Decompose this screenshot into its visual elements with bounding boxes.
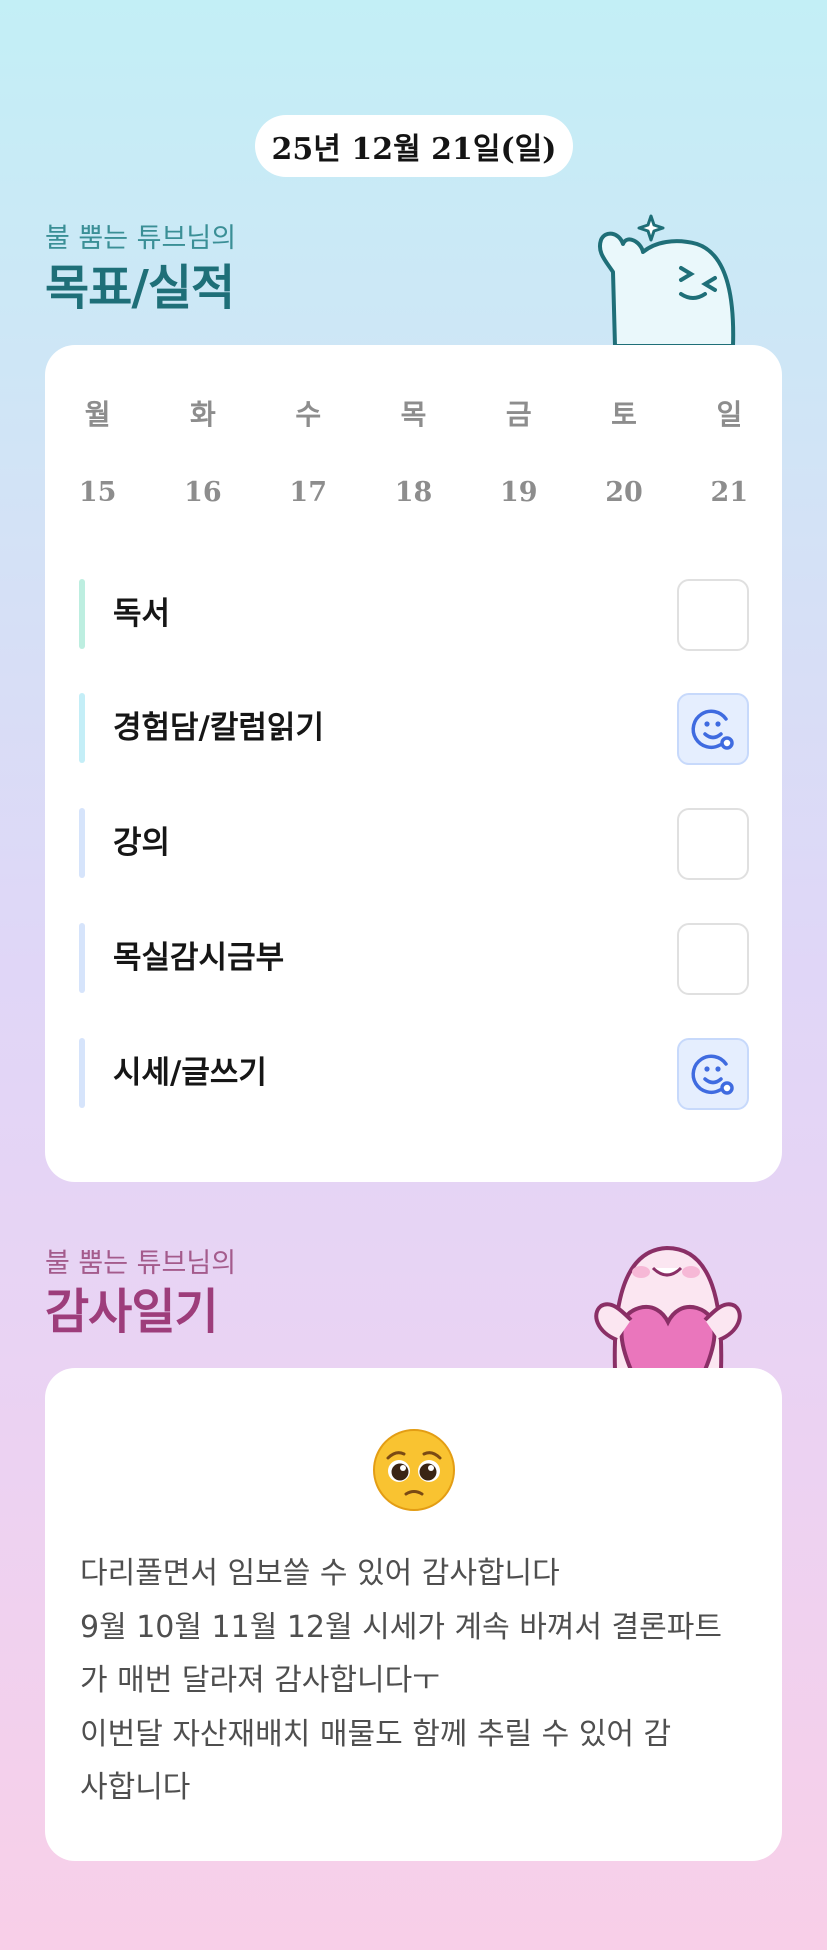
goal-item: 강의 [79, 808, 749, 880]
goal-label: 시세/글쓰기 [113, 1055, 267, 1091]
goal-checkbox[interactable] [677, 693, 749, 765]
goal-checkbox[interactable] [677, 1038, 749, 1110]
weekday-wed[interactable]: 수 [256, 393, 361, 433]
goal-color-bar [79, 1038, 85, 1108]
date-15[interactable]: 15 [45, 477, 150, 508]
smile-check-icon [691, 1054, 734, 1095]
heart-ghost-mascot-icon [594, 1245, 742, 1370]
date-17[interactable]: 17 [256, 477, 361, 508]
goal-color-bar [79, 693, 85, 763]
goal-label: 강의 [113, 825, 171, 861]
pleading-face-icon [373, 1429, 455, 1511]
goal-label: 경험담/칼럼읽기 [113, 710, 324, 746]
goal-item: 시세/글쓰기 [79, 1038, 749, 1110]
smile-check-icon [691, 709, 734, 750]
date-18[interactable]: 18 [361, 477, 466, 508]
weekday-fri[interactable]: 금 [466, 393, 571, 433]
waving-ghost-mascot-icon [598, 214, 736, 346]
date-20[interactable]: 20 [571, 477, 676, 508]
gratitude-diary-text: 다리풀면서 임보쓸 수 있어 감사합니다 9월 10월 11월 12월 시세가 … [80, 1547, 750, 1815]
goal-color-bar [79, 579, 85, 649]
goals-card: 월 화 수 목 금 토 일 15 16 17 18 19 20 21 독서 경험… [45, 345, 782, 1182]
goal-color-bar [79, 923, 85, 993]
goal-color-bar [79, 808, 85, 878]
weekday-thu[interactable]: 목 [361, 393, 466, 433]
goal-item: 독서 [79, 579, 749, 651]
goal-item: 경험담/칼럼읽기 [79, 693, 749, 765]
diary-line: 사합니다 [80, 1770, 191, 1805]
gratitude-title: 감사일기 [45, 1284, 219, 1340]
diary-line: 이번달 자산재배치 매물도 함께 추릴 수 있어 감 [80, 1716, 672, 1752]
diary-line: 다리풀면서 임보쓸 수 있어 감사합니다 [80, 1556, 560, 1591]
goal-label: 목실감시금부 [113, 940, 285, 976]
goal-checkbox[interactable] [677, 808, 749, 880]
weekday-tue[interactable]: 화 [150, 393, 255, 433]
date-16[interactable]: 16 [150, 477, 255, 508]
goal-item: 목실감시금부 [79, 923, 749, 995]
weekday-sun[interactable]: 일 [677, 393, 782, 433]
date-21[interactable]: 21 [677, 477, 782, 508]
diary-line: 가 매번 달라져 감사합니다ㅜ [80, 1663, 440, 1698]
goal-checkbox[interactable] [677, 579, 749, 651]
weekday-mon[interactable]: 월 [45, 393, 150, 433]
date-header[interactable]: 25년 12월 21일(일) [255, 115, 573, 177]
goal-label: 독서 [113, 596, 171, 632]
gratitude-card: 다리풀면서 임보쓸 수 있어 감사합니다 9월 10월 11월 12월 시세가 … [45, 1368, 782, 1861]
date-19[interactable]: 19 [466, 477, 571, 508]
weekday-sat[interactable]: 토 [571, 393, 676, 433]
diary-line: 9월 10월 11월 12월 시세가 계속 바껴서 결론파트 [80, 1609, 722, 1645]
date-row: 15 16 17 18 19 20 21 [45, 477, 782, 508]
goals-title: 목표/실적 [45, 260, 235, 316]
goal-checkbox[interactable] [677, 923, 749, 995]
weekday-row: 월 화 수 목 금 토 일 [45, 393, 782, 433]
